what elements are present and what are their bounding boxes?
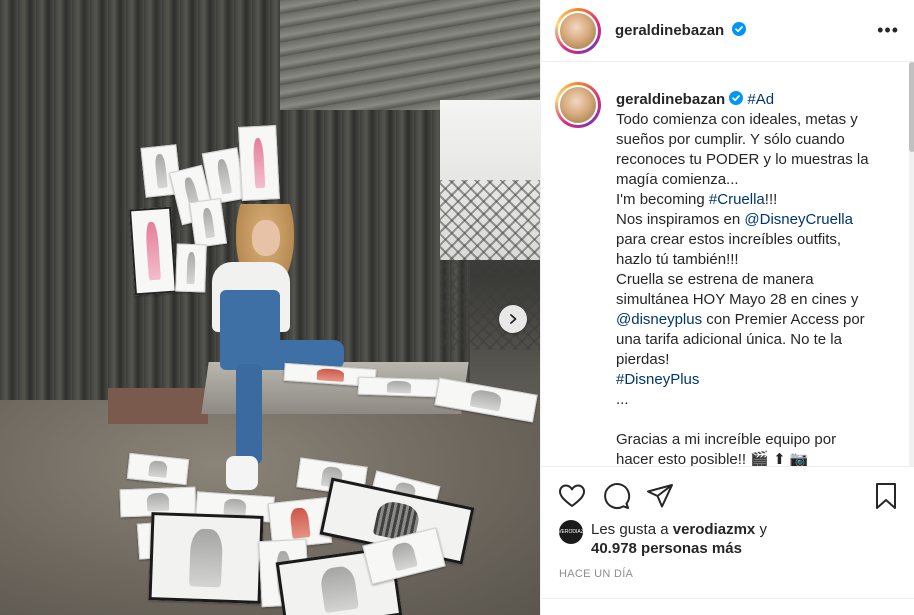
caption-line: I'm becoming #Cruella!!! bbox=[616, 190, 901, 210]
caption-line: Todo comienza con ideales, metas y bbox=[616, 111, 858, 128]
avatar-image bbox=[558, 85, 598, 125]
liker-username[interactable]: verodiazmx bbox=[673, 521, 756, 538]
likes-count-line[interactable]: 40.978 personas más bbox=[591, 540, 742, 557]
caption-line: pierdas! bbox=[616, 351, 670, 368]
paper-plane-icon[interactable] bbox=[645, 481, 675, 511]
caption-line: magía comienza... bbox=[616, 171, 739, 188]
ceiling-beams bbox=[280, 0, 540, 110]
heart-icon[interactable] bbox=[557, 481, 587, 511]
more-options-button[interactable]: ••• bbox=[877, 20, 899, 41]
caption-line: Nos inspiramos en @DisneyCruella bbox=[616, 210, 901, 230]
woman-face bbox=[252, 220, 280, 256]
bookmark-icon[interactable] bbox=[871, 481, 901, 511]
comment-icon[interactable] bbox=[601, 481, 631, 511]
hashtag-ad[interactable]: #Ad bbox=[747, 91, 774, 108]
avatar[interactable] bbox=[555, 7, 601, 54]
hashtag-disneyplus[interactable]: #DisneyPlus bbox=[616, 370, 901, 390]
liker-avatar[interactable]: VERODIAZ bbox=[558, 520, 584, 544]
caption-first-line: geraldinebazan #Ad bbox=[616, 90, 901, 110]
comment-input-strip bbox=[541, 598, 914, 615]
caption-text: geraldinebazan #Ad Todo comienza con ide… bbox=[616, 90, 901, 466]
verified-badge-icon bbox=[732, 22, 747, 36]
caption-line: ... bbox=[616, 391, 629, 408]
chevron-right-icon bbox=[510, 314, 517, 324]
caption-text-span: I'm becoming bbox=[616, 191, 709, 208]
woman-shoe bbox=[226, 456, 258, 490]
sketch-paper bbox=[357, 376, 441, 398]
username-text: geraldinebazan bbox=[615, 22, 725, 39]
caption-line: hazlo tú también!!! bbox=[616, 251, 739, 268]
verified-badge-icon bbox=[729, 91, 744, 105]
caption-line: para crear estos increíbles outfits, bbox=[616, 231, 842, 248]
sketch-paper bbox=[129, 206, 177, 296]
caption-line: hacer esto posible!! 🎬 ⬆ 📷 bbox=[616, 451, 809, 466]
carousel-next-button[interactable] bbox=[499, 305, 527, 333]
post-photo[interactable] bbox=[0, 0, 540, 615]
sketch-paper bbox=[148, 512, 264, 604]
likes-prefix: Les gusta a bbox=[591, 521, 673, 538]
scrollbar-thumb[interactable] bbox=[909, 62, 914, 152]
caption-line: una tarifa adicional única. No te la bbox=[616, 331, 842, 348]
action-bar bbox=[541, 466, 914, 522]
likes-line: Les gusta a verodiazmx y bbox=[591, 521, 767, 538]
caption-scrollbar[interactable] bbox=[909, 62, 914, 466]
caption-text-span: con Premier Access por bbox=[702, 311, 865, 328]
mention-disneycruella[interactable]: @DisneyCruella bbox=[744, 211, 853, 228]
post-timestamp[interactable]: HACE UN DÍA bbox=[559, 568, 633, 580]
caption-line: @disneyplus con Premier Access por bbox=[616, 310, 901, 330]
sketch-paper bbox=[175, 243, 207, 293]
post-sidebar: geraldinebazan ••• geraldinebazan #Ad To… bbox=[540, 0, 914, 615]
caption-line: Cruella se estrena de manera bbox=[616, 271, 814, 288]
sketch-paper bbox=[188, 197, 228, 249]
caption-text-span: !!! bbox=[764, 191, 778, 208]
caption-text-span: Nos inspiramos en bbox=[616, 211, 745, 228]
caption-avatar[interactable] bbox=[555, 82, 601, 128]
caption-line: reconoces tu PODER y lo muestras la bbox=[616, 151, 869, 168]
caption-line: Gracias a mi increíble equipo por bbox=[616, 431, 837, 448]
username-link[interactable]: geraldinebazan bbox=[615, 22, 747, 39]
caption-line: sueños por cumplir. Y sólo cuando bbox=[616, 131, 845, 148]
mention-disneyplus[interactable]: @disneyplus bbox=[616, 311, 702, 328]
caption-area: geraldinebazan #Ad Todo comienza con ide… bbox=[541, 62, 914, 466]
sketch-paper bbox=[238, 125, 280, 201]
likes-count[interactable]: 40.978 personas más bbox=[591, 540, 742, 557]
brick-step bbox=[108, 388, 208, 424]
post-header: geraldinebazan ••• bbox=[541, 0, 914, 62]
caption-line: simultánea HOY Mayo 28 en cines y bbox=[616, 291, 859, 308]
woman-shin bbox=[236, 364, 262, 464]
likes-suffix: y bbox=[755, 521, 767, 538]
caption-gap bbox=[616, 410, 901, 430]
caption-username[interactable]: geraldinebazan bbox=[616, 91, 725, 108]
avatar-image bbox=[558, 10, 598, 51]
hashtag-cruella[interactable]: #Cruella bbox=[709, 191, 765, 208]
